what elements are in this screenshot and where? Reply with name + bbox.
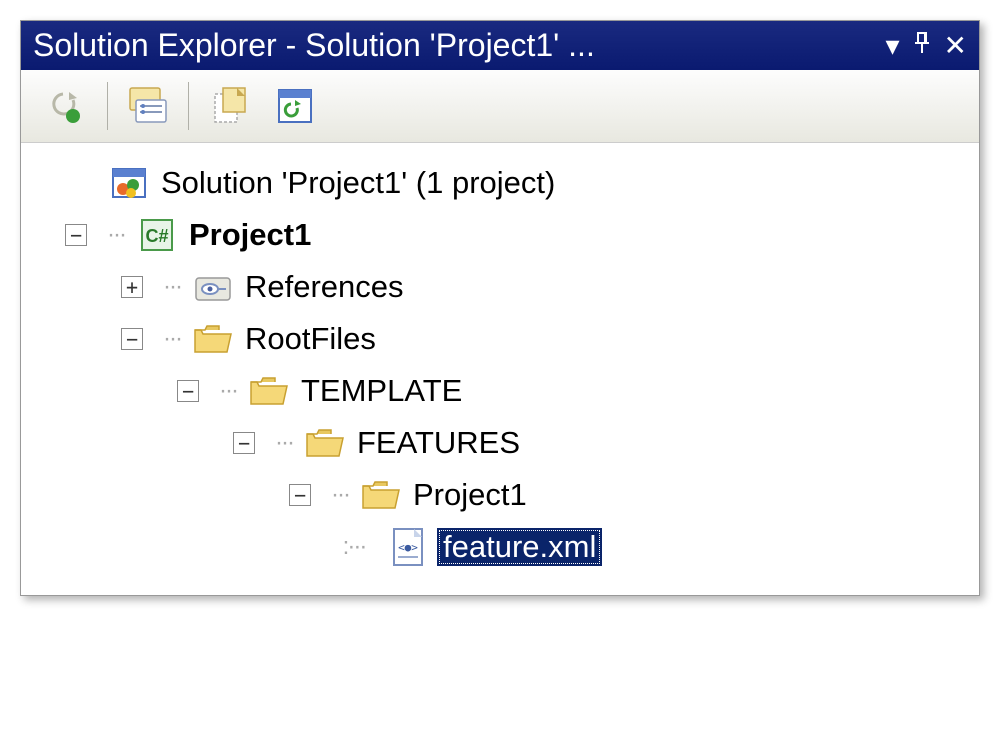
folder-open-icon xyxy=(191,317,235,361)
tree-node-features[interactable]: − ··· FEATURES xyxy=(51,419,959,467)
toolbar-separator xyxy=(188,82,189,130)
properties-button[interactable] xyxy=(122,80,174,132)
svg-text:C#: C# xyxy=(145,226,168,246)
references-label: References xyxy=(241,268,408,306)
project-label: Project1 xyxy=(185,216,315,254)
show-all-files-button[interactable] xyxy=(203,80,255,132)
titlebar-text: Solution Explorer - Solution 'Project1' … xyxy=(33,27,885,64)
expand-icon[interactable]: + xyxy=(121,276,143,298)
solution-icon xyxy=(107,161,151,205)
rootfiles-label: RootFiles xyxy=(241,320,380,358)
feature-xml-label: feature.xml xyxy=(437,528,602,566)
tree-node-references[interactable]: + ··· References xyxy=(51,263,959,311)
template-label: TEMPLATE xyxy=(297,372,466,410)
close-icon[interactable]: ✕ xyxy=(944,29,967,62)
titlebar-controls: ▾ ✕ xyxy=(885,29,967,62)
solution-tree: Solution 'Project1' (1 project) − ··· C#… xyxy=(21,143,979,595)
tree-node-project-folder[interactable]: − ··· Project1 xyxy=(51,471,959,519)
solution-explorer-panel: Solution Explorer - Solution 'Project1' … xyxy=(20,20,980,596)
tree-node-rootfiles[interactable]: − ··· RootFiles xyxy=(51,315,959,363)
dropdown-icon[interactable]: ▾ xyxy=(885,29,899,62)
tree-node-feature-xml[interactable]: :··· <●> feature.xml xyxy=(51,523,959,571)
pin-icon[interactable] xyxy=(912,30,932,62)
csharp-project-icon: C# xyxy=(135,213,179,257)
toolbar-separator xyxy=(107,82,108,130)
features-label: FEATURES xyxy=(353,424,524,462)
collapse-icon[interactable]: − xyxy=(289,484,311,506)
solution-label: Solution 'Project1' (1 project) xyxy=(157,164,559,202)
xml-file-icon: <●> xyxy=(387,525,431,569)
collapse-icon[interactable]: − xyxy=(177,380,199,402)
refresh-status-button[interactable] xyxy=(41,80,93,132)
refresh-button[interactable] xyxy=(269,80,321,132)
project-folder-label: Project1 xyxy=(409,476,531,514)
tree-node-project[interactable]: − ··· C# Project1 xyxy=(51,211,959,259)
folder-open-icon xyxy=(303,421,347,465)
tree-node-solution[interactable]: Solution 'Project1' (1 project) xyxy=(51,159,959,207)
collapse-icon[interactable]: − xyxy=(233,432,255,454)
tree-node-template[interactable]: − ··· TEMPLATE xyxy=(51,367,959,415)
titlebar: Solution Explorer - Solution 'Project1' … xyxy=(21,21,979,70)
folder-open-icon xyxy=(247,369,291,413)
toolbar xyxy=(21,70,979,143)
references-icon xyxy=(191,265,235,309)
collapse-icon[interactable]: − xyxy=(121,328,143,350)
svg-text:<●>: <●> xyxy=(398,541,418,554)
collapse-icon[interactable]: − xyxy=(65,224,87,246)
folder-open-icon xyxy=(359,473,403,517)
